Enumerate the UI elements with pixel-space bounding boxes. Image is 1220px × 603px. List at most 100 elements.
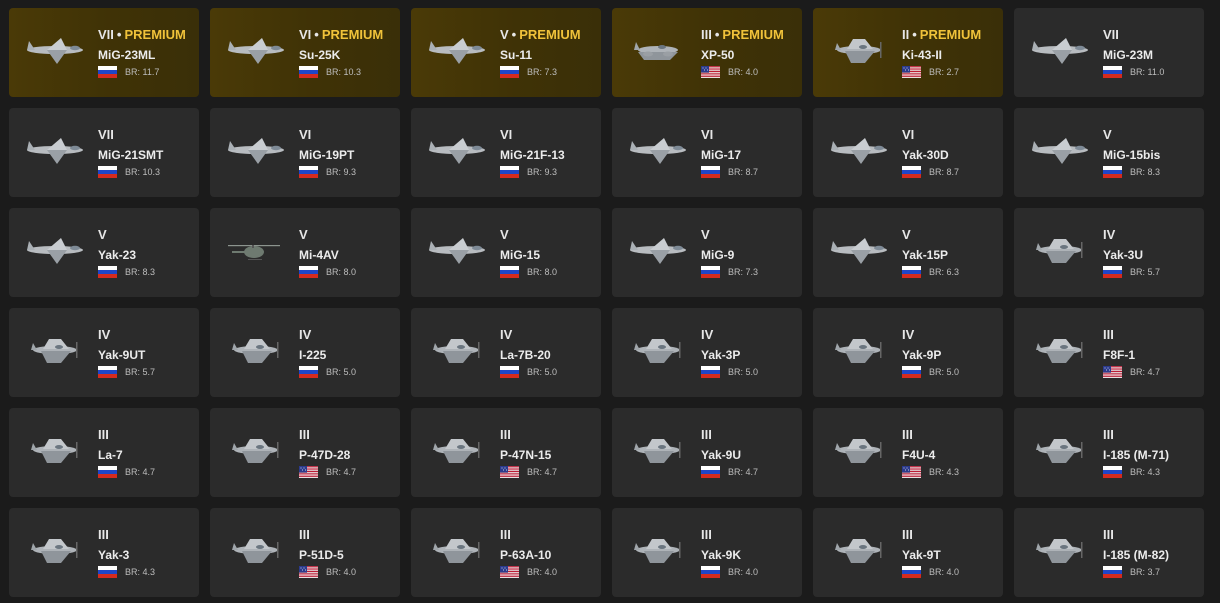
prop-plane-icon [31,339,78,363]
vehicle-card-19[interactable]: IV I-225 BR: 5.0 [210,308,400,397]
vehicle-card-9[interactable]: VI MiG-17 BR: 8.7 [612,108,802,197]
rank-label: VI [902,127,915,142]
vehicle-card-23[interactable]: III F8F-1 BR: 4.7 [1014,308,1204,397]
br-label: BR: [527,267,543,277]
vehicle-card-25[interactable]: III P-47D-28 BR: 4.7 [210,408,400,497]
vehicle-card-0[interactable]: VII • PREMIUM MiG-23ML BR: 11.7 [9,8,199,97]
vehicle-card-27[interactable]: III Yak-9U BR: 4.7 [612,408,802,497]
battle-rating: BR: 4.0 [326,567,356,577]
br-label: BR: [125,67,141,77]
vehicle-name: Yak-3U [1103,248,1144,262]
vehicle-name: Yak-9U [701,448,742,462]
vehicle-info: IV Yak-3U BR: 5.7 [1103,228,1200,278]
rank-label: V [500,27,509,42]
vehicle-card-15[interactable]: V MiG-9 BR: 7.3 [612,208,802,297]
vehicle-card-5[interactable]: VII MiG-23M BR: 11.0 [1014,8,1204,97]
vehicle-card-31[interactable]: III P-51D-5 BR: 4.0 [210,508,400,597]
vehicle-name: Ki-43-II [902,48,943,62]
battle-rating: BR: 9.3 [527,167,557,177]
vehicle-card-7[interactable]: VI MiG-19PT BR: 9.3 [210,108,400,197]
vehicle-info: III F8F-1 BR: 4.7 [1103,328,1200,378]
rank-line: III [299,528,396,542]
vehicle-meta: BR: 8.7 [701,166,798,178]
battle-rating: BR: 10.3 [326,67,361,77]
ussr-flag-icon [500,266,519,278]
vehicle-card-33[interactable]: III Yak-9K BR: 4.0 [612,508,802,597]
vehicle-meta: BR: 8.0 [299,266,396,278]
br-label: BR: [929,567,945,577]
prop-plane-icon [634,539,681,563]
rank-label: VI [299,27,312,42]
vehicle-card-4[interactable]: II • PREMIUM Ki-43-II BR: 2.7 [813,8,1003,97]
prop-plane-icon [433,439,480,463]
rank-line: III • PREMIUM [701,28,798,42]
vehicle-card-34[interactable]: III Yak-9T BR: 4.0 [813,508,1003,597]
vehicle-card-10[interactable]: VI Yak-30D BR: 8.7 [813,108,1003,197]
vehicle-info: III P-47N-15 BR: 4.7 [500,428,597,478]
vehicle-card-26[interactable]: III P-47N-15 BR: 4.7 [411,408,601,497]
vehicle-card-12[interactable]: V Yak-23 BR: 8.3 [9,208,199,297]
helicopter-icon [228,245,280,260]
ussr-flag-icon [701,566,720,578]
battle-rating: BR: 4.3 [929,467,959,477]
vehicle-name: P-47D-28 [299,448,351,462]
vehicle-meta: BR: 4.0 [701,566,798,578]
vehicle-meta: BR: 6.3 [902,266,999,278]
br-label: BR: [1130,167,1146,177]
vehicle-info: IV Yak-9UT BR: 5.7 [98,328,195,378]
usa-flag-icon [500,566,519,578]
br-value: 4.3 [1147,467,1161,477]
vehicle-card-1[interactable]: VI • PREMIUM Su-25K BR: 10.3 [210,8,400,97]
vehicle-card-29[interactable]: III I-185 (M-71) BR: 4.3 [1014,408,1204,497]
vehicle-card-35[interactable]: III I-185 (M-82) BR: 3.7 [1014,508,1204,597]
battle-rating: BR: 7.3 [527,67,557,77]
br-value: 5.0 [343,367,357,377]
vehicle-card-13[interactable]: V Mi-4AV BR: 8.0 [210,208,400,297]
rank-line: III [701,528,798,542]
rank-label: III [299,427,310,442]
vehicle-name: Yak-3 [98,548,130,562]
vehicle-card-8[interactable]: VI MiG-21F-13 BR: 9.3 [411,108,601,197]
premium-separator: • [314,27,319,42]
vehicle-card-24[interactable]: III La-7 BR: 4.7 [9,408,199,497]
vehicle-card-11[interactable]: V MiG-15bis BR: 8.3 [1014,108,1204,197]
vehicle-card-18[interactable]: IV Yak-9UT BR: 5.7 [9,308,199,397]
vehicle-card-2[interactable]: V • PREMIUM Su-11 BR: 7.3 [411,8,601,97]
vehicle-card-22[interactable]: IV Yak-9P BR: 5.0 [813,308,1003,397]
ussr-flag-icon [500,366,519,378]
ussr-flag-icon [701,266,720,278]
vehicle-meta: BR: 4.3 [1103,466,1200,478]
vehicle-card-6[interactable]: VII MiG-21SMT BR: 10.3 [9,108,199,197]
vehicle-info: III Yak-3 BR: 4.3 [98,528,195,578]
premium-label: PREMIUM [722,27,784,42]
vehicle-info: III P-63A-10 BR: 4.0 [500,528,597,578]
vehicle-meta: BR: 7.3 [701,266,798,278]
vehicle-card-28[interactable]: III F4U-4 BR: 4.3 [813,408,1003,497]
battle-rating: BR: 5.0 [527,367,557,377]
rank-label: III [500,427,511,442]
vehicle-card-32[interactable]: III P-63A-10 BR: 4.0 [411,508,601,597]
usa-flag-icon [299,566,318,578]
br-label: BR: [326,267,342,277]
rank-line: III [902,528,999,542]
br-value: 4.3 [946,467,960,477]
br-value: 11.7 [142,67,160,77]
br-value: 4.0 [544,567,558,577]
vehicle-card-30[interactable]: III Yak-3 BR: 4.3 [9,508,199,597]
prop-plane-icon [1036,439,1083,463]
ussr-flag-icon [98,66,117,78]
ussr-flag-icon [902,266,921,278]
battle-rating: BR: 4.7 [1130,367,1160,377]
prop-plane-icon [1036,539,1083,563]
vehicle-card-20[interactable]: IV La-7B-20 BR: 5.0 [411,308,601,397]
vehicle-card-17[interactable]: IV Yak-3U BR: 5.7 [1014,208,1204,297]
vehicle-name: XP-50 [701,48,735,62]
vehicle-card-16[interactable]: V Yak-15P BR: 6.3 [813,208,1003,297]
vehicle-card-14[interactable]: V MiG-15 BR: 8.0 [411,208,601,297]
vehicle-card-21[interactable]: IV Yak-3P BR: 5.0 [612,308,802,397]
vehicle-name: Yak-15P [902,248,949,262]
battle-rating: BR: 5.7 [1130,267,1160,277]
br-value: 4.0 [946,567,960,577]
vehicle-meta: BR: 2.7 [902,66,999,78]
vehicle-card-3[interactable]: III • PREMIUM XP-50 BR: 4.0 [612,8,802,97]
